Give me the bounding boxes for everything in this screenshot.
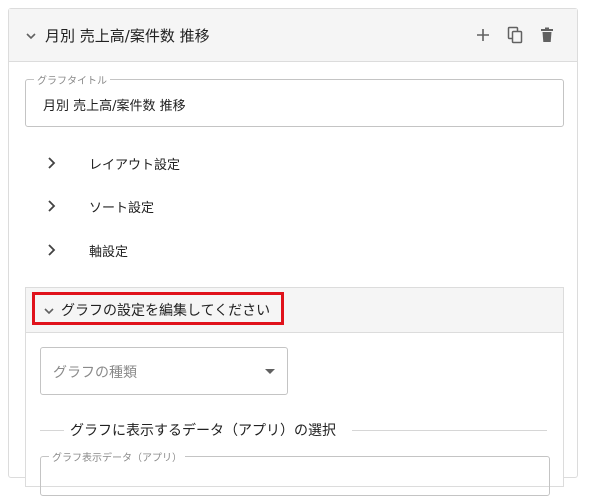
graph-app-field[interactable]: グラフ表示データ（アプリ） xyxy=(40,449,550,496)
chevron-right-icon xyxy=(48,157,56,169)
graph-settings-label: グラフの設定を編集してください xyxy=(61,303,271,319)
panel-title: 月別 売上高/案件数 推移 xyxy=(45,27,210,45)
layout-settings-row[interactable]: レイアウト設定 xyxy=(25,148,425,178)
dropdown-arrow-icon xyxy=(265,369,275,374)
graph-title-label: グラフタイトル xyxy=(34,72,110,87)
copy-icon xyxy=(507,26,523,44)
graph-title-field[interactable]: グラフタイトル 月別 売上高/案件数 推移 xyxy=(25,72,564,127)
graph-app-label: グラフ表示データ（アプリ） xyxy=(49,449,185,464)
axis-settings-label: 軸設定 xyxy=(89,245,129,260)
chevron-down-icon[interactable] xyxy=(24,29,38,43)
graph-type-select[interactable]: グラフの種類 xyxy=(40,347,288,395)
chevron-right-icon xyxy=(48,244,56,256)
graph-type-placeholder: グラフの種類 xyxy=(53,365,137,381)
plus-icon xyxy=(477,29,489,41)
chevron-right-icon xyxy=(48,200,56,212)
graph-settings-section: グラフの設定を編集してください グラフの種類 グラフに表示するデータ（アプリ）の… xyxy=(25,287,564,496)
chevron-down-icon xyxy=(44,308,54,315)
copy-button[interactable] xyxy=(505,25,525,45)
divider xyxy=(40,430,64,431)
sort-settings-label: ソート設定 xyxy=(89,201,155,216)
delete-button[interactable] xyxy=(537,25,557,45)
panel-header[interactable]: 月別 売上高/案件数 推移 xyxy=(9,9,577,62)
data-selection-heading: グラフに表示するデータ（アプリ）の選択 xyxy=(70,423,336,439)
graph-settings-header[interactable]: グラフの設定を編集してください xyxy=(26,288,563,333)
trash-icon xyxy=(541,27,553,42)
add-button[interactable] xyxy=(473,25,493,45)
graph-title-value[interactable]: 月別 売上高/案件数 推移 xyxy=(43,95,186,114)
sort-settings-row[interactable]: ソート設定 xyxy=(25,191,425,221)
graph-settings-toggle[interactable]: グラフの設定を編集してください xyxy=(32,292,284,325)
chart-config-panel: 月別 売上高/案件数 推移 グラフタイトル 月別 売上高/案件数 推移 レイアウ… xyxy=(8,8,578,496)
divider xyxy=(352,430,547,431)
axis-settings-row[interactable]: 軸設定 xyxy=(25,235,425,265)
layout-settings-label: レイアウト設定 xyxy=(89,158,181,173)
